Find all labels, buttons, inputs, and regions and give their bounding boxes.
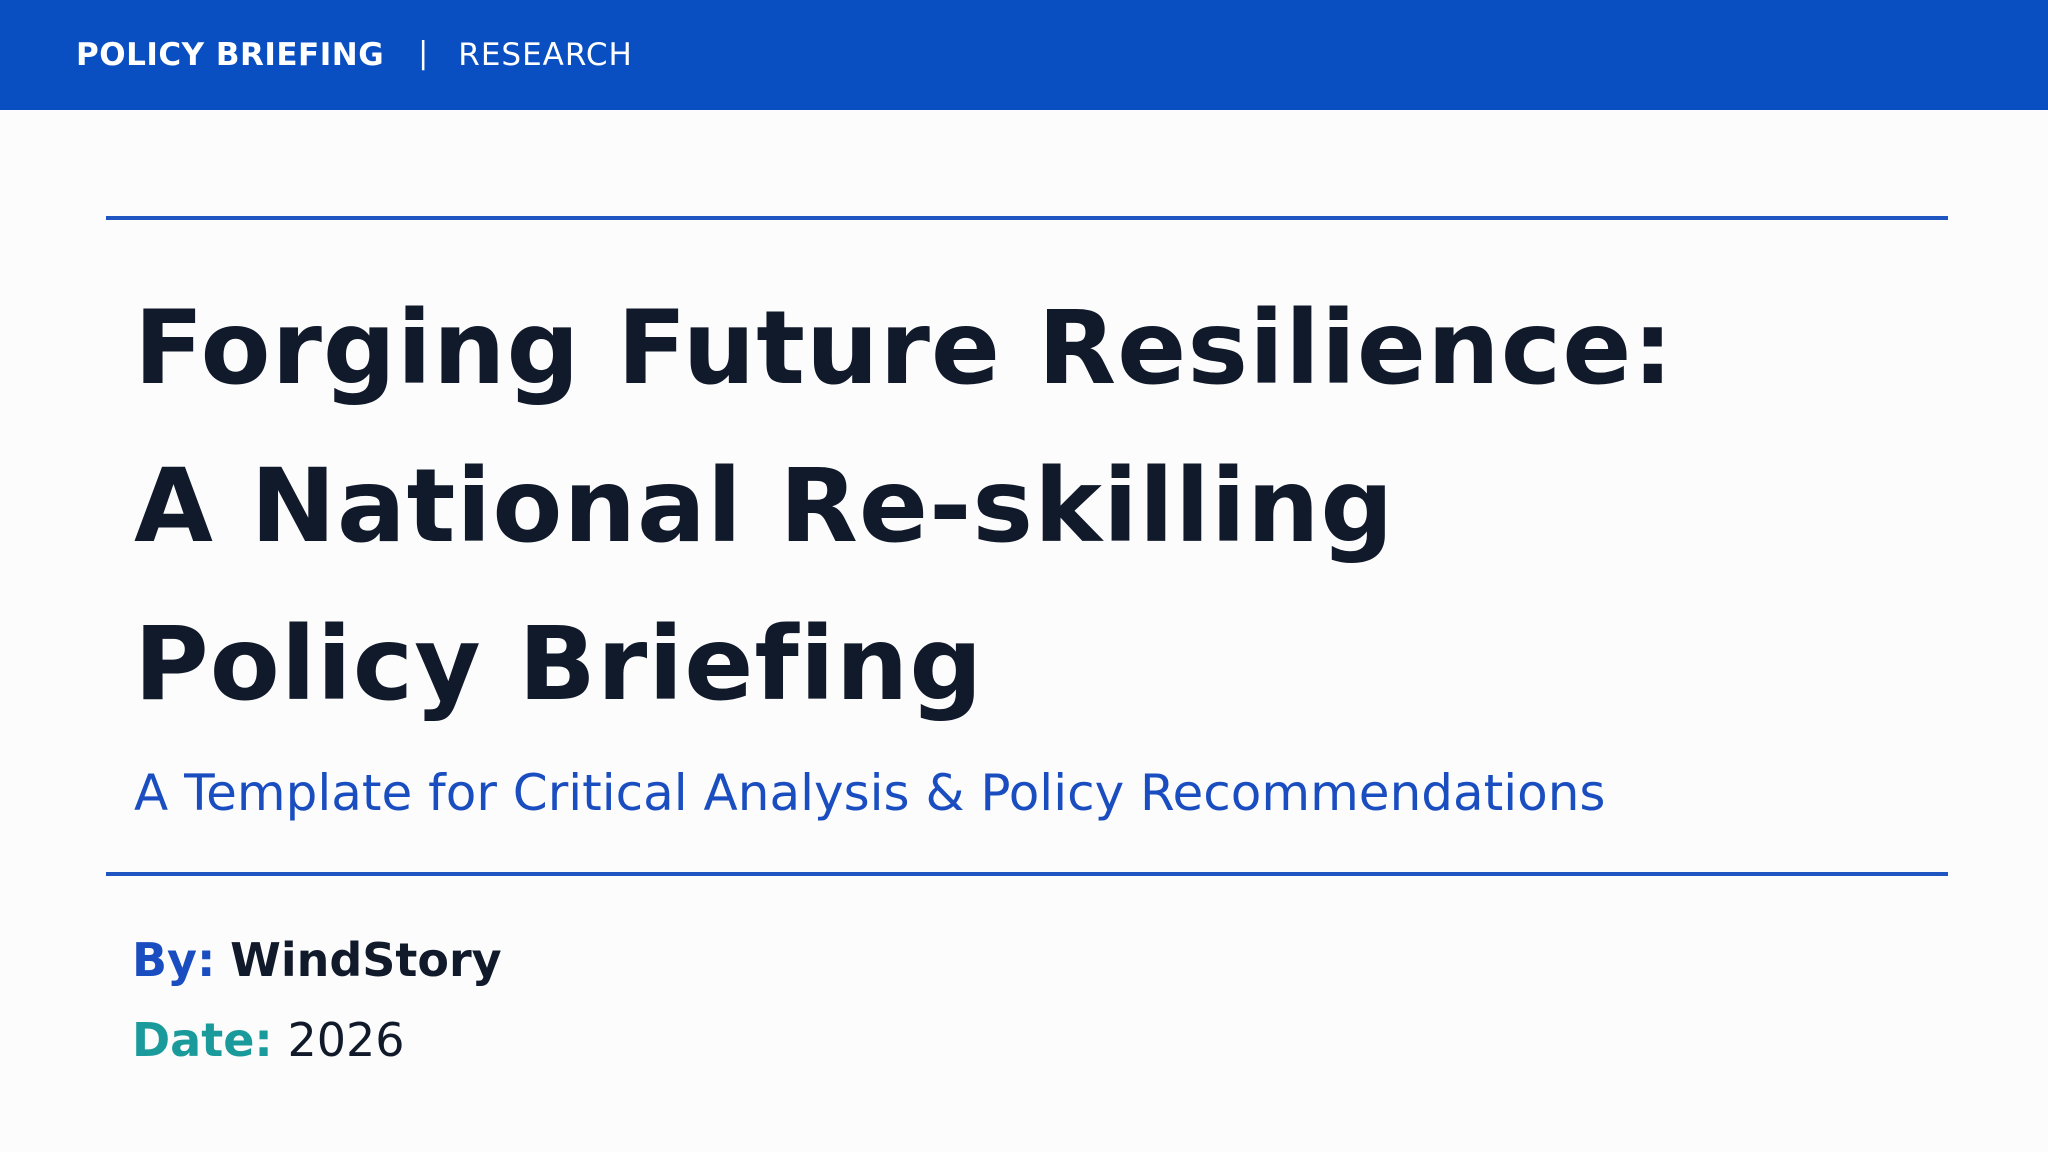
date-line: Date: 2026: [132, 1010, 405, 1070]
title-line-3: Policy Briefing: [134, 605, 984, 724]
title-line-2: A National Re-skilling: [134, 447, 1395, 566]
header-bar: POLICY BRIEFING | RESEARCH: [0, 0, 2048, 110]
document-subtitle: A Template for Critical Analysis & Polic…: [134, 764, 1606, 822]
title-line-1: Forging Future Resilience:: [134, 289, 1675, 408]
top-divider: [106, 216, 1948, 220]
date-value: 2026: [287, 1013, 405, 1067]
author-line: By: WindStory: [132, 930, 502, 990]
header-section: RESEARCH: [458, 37, 633, 73]
date-label: Date:: [132, 1013, 273, 1067]
author-name: WindStory: [230, 933, 502, 987]
header-brand: POLICY BRIEFING: [76, 37, 385, 73]
author-label: By:: [132, 933, 216, 987]
document-title: Forging Future Resilience: A National Re…: [134, 270, 1934, 744]
bottom-divider: [106, 872, 1948, 876]
header-separator: |: [418, 35, 429, 71]
title-slide: POLICY BRIEFING | RESEARCH Forging Futur…: [0, 0, 2048, 1152]
